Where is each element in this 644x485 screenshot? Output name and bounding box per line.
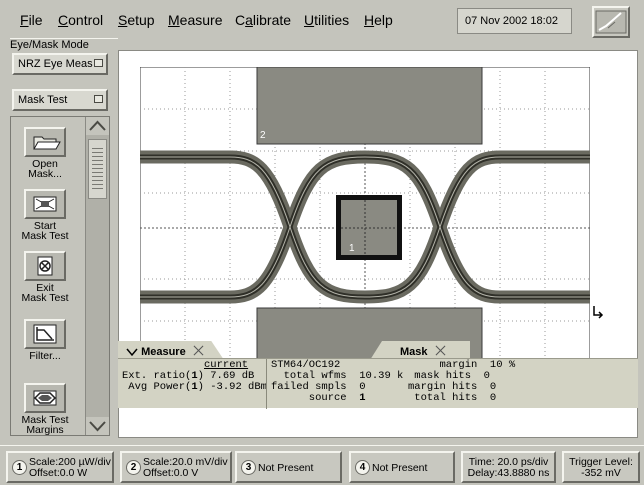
filter-label: Filter...	[29, 350, 61, 362]
channel-number-badge: 4	[355, 460, 370, 475]
channel-1-button[interactable]: 1 Scale:200 µW/div Offset:0.0 W	[6, 451, 114, 483]
menu-bar: File Control Setup Measure Calibrate Uti…	[0, 0, 644, 38]
trigger-level-button[interactable]: Trigger Level: -352 mV	[562, 451, 640, 483]
measure-row-avg-power: Avg Power(1) -3.92 dBm	[122, 381, 267, 393]
panel-divider	[266, 359, 267, 409]
mode-select-value: NRZ Eye Meas	[18, 58, 93, 70]
mode-select[interactable]: NRZ Eye Meas	[12, 53, 108, 75]
dropdown-icon	[94, 59, 103, 67]
margins-icon	[24, 383, 66, 413]
channel-number-badge: 1	[12, 460, 27, 475]
tab-mask-label: Mask	[400, 346, 428, 358]
mode-label: Eye/Mask Mode	[10, 38, 118, 52]
channel-2-settings: Scale:20.0 mV/div Offset:0.0 V	[143, 456, 228, 479]
menu-help[interactable]: Help	[364, 12, 393, 28]
channel-4-button[interactable]: 4 Not Present	[349, 451, 455, 483]
channel-number-badge: 2	[126, 460, 141, 475]
filter-button[interactable]: Filter...	[19, 319, 71, 361]
exit-mask-label: Exit Mask Test	[21, 282, 69, 304]
measurement-results: current Ext. ratio(1) 7.69 dB Avg Power(…	[118, 358, 638, 409]
margins-label: Mask Test Margins	[21, 414, 69, 435]
channel-4-status: Not Present	[372, 462, 428, 474]
menu-calibrate[interactable]: Calibrate	[235, 12, 291, 28]
menu-setup[interactable]: Setup	[118, 12, 155, 28]
scope-trace-icon	[595, 10, 627, 34]
scroll-up-arrow[interactable]	[86, 117, 109, 135]
close-icon[interactable]	[435, 345, 446, 356]
open-folder-icon	[24, 127, 66, 157]
filter-icon	[24, 319, 66, 349]
test-select[interactable]: Mask Test	[12, 89, 108, 111]
menu-control[interactable]: Control	[58, 12, 103, 28]
mask-button-panel: Open Mask... Start Mask Test Exit Mask T…	[10, 116, 110, 436]
channel-2-button[interactable]: 2 Scale:20.0 mV/div Offset:0.0 V	[120, 451, 232, 483]
stat-total-hits: total hits 0	[408, 392, 497, 404]
mask-label-1: 1	[349, 243, 355, 254]
stat-source: source 1	[271, 392, 366, 404]
menu-utilities[interactable]: Utilities	[304, 12, 349, 28]
measurement-panel: Measure Mask current Ext. ratio(1) 7.69 …	[118, 341, 638, 409]
date-time-display: 07 Nov 2002 18:02	[457, 8, 572, 34]
mask-test-margins-button[interactable]: Mask Test Margins	[19, 383, 71, 435]
channel-3-button[interactable]: 3 Not Present	[235, 451, 342, 483]
start-mask-label: Start Mask Test	[21, 220, 69, 242]
timebase-button[interactable]: Time: 20.0 ps/div Delay:43.8880 ns	[461, 451, 556, 483]
channel-3-status: Not Present	[258, 462, 314, 474]
menu-file[interactable]: File	[20, 12, 43, 28]
close-icon[interactable]	[193, 345, 204, 356]
scope-display-button[interactable]	[592, 6, 630, 38]
button-scrollbar[interactable]	[85, 117, 109, 435]
open-mask-label: Open Mask...	[28, 158, 62, 180]
start-mask-test-button[interactable]: Start Mask Test	[19, 189, 71, 241]
exit-mask-icon	[24, 251, 66, 281]
mask-region-top	[256, 67, 483, 145]
chevron-down-icon	[126, 348, 138, 356]
menu-measure[interactable]: Measure	[168, 12, 222, 28]
dropdown-icon	[94, 95, 103, 103]
test-select-value: Mask Test	[18, 94, 68, 106]
start-mask-icon	[24, 189, 66, 219]
trigger-level-value: -352 mV	[581, 467, 621, 479]
status-bar: 1 Scale:200 µW/div Offset:0.0 W 2 Scale:2…	[0, 445, 644, 485]
exit-mask-test-button[interactable]: Exit Mask Test	[19, 251, 71, 303]
button-column: Open Mask... Start Mask Test Exit Mask T…	[11, 117, 81, 435]
chevron-up-icon	[89, 120, 106, 131]
mask-label-2: 2	[260, 130, 266, 141]
scroll-down-arrow[interactable]	[86, 417, 109, 435]
channel-1-settings: Scale:200 µW/div Offset:0.0 W	[29, 456, 111, 479]
trigger-level-marker[interactable]	[591, 304, 605, 320]
open-mask-button[interactable]: Open Mask...	[19, 127, 71, 179]
timebase-delay: Delay:43.8880 ns	[467, 467, 550, 479]
tab-measure-label: Measure	[141, 346, 186, 358]
chevron-down-icon	[89, 421, 106, 432]
scroll-thumb[interactable]	[88, 139, 107, 199]
channel-number-badge: 3	[241, 460, 256, 475]
